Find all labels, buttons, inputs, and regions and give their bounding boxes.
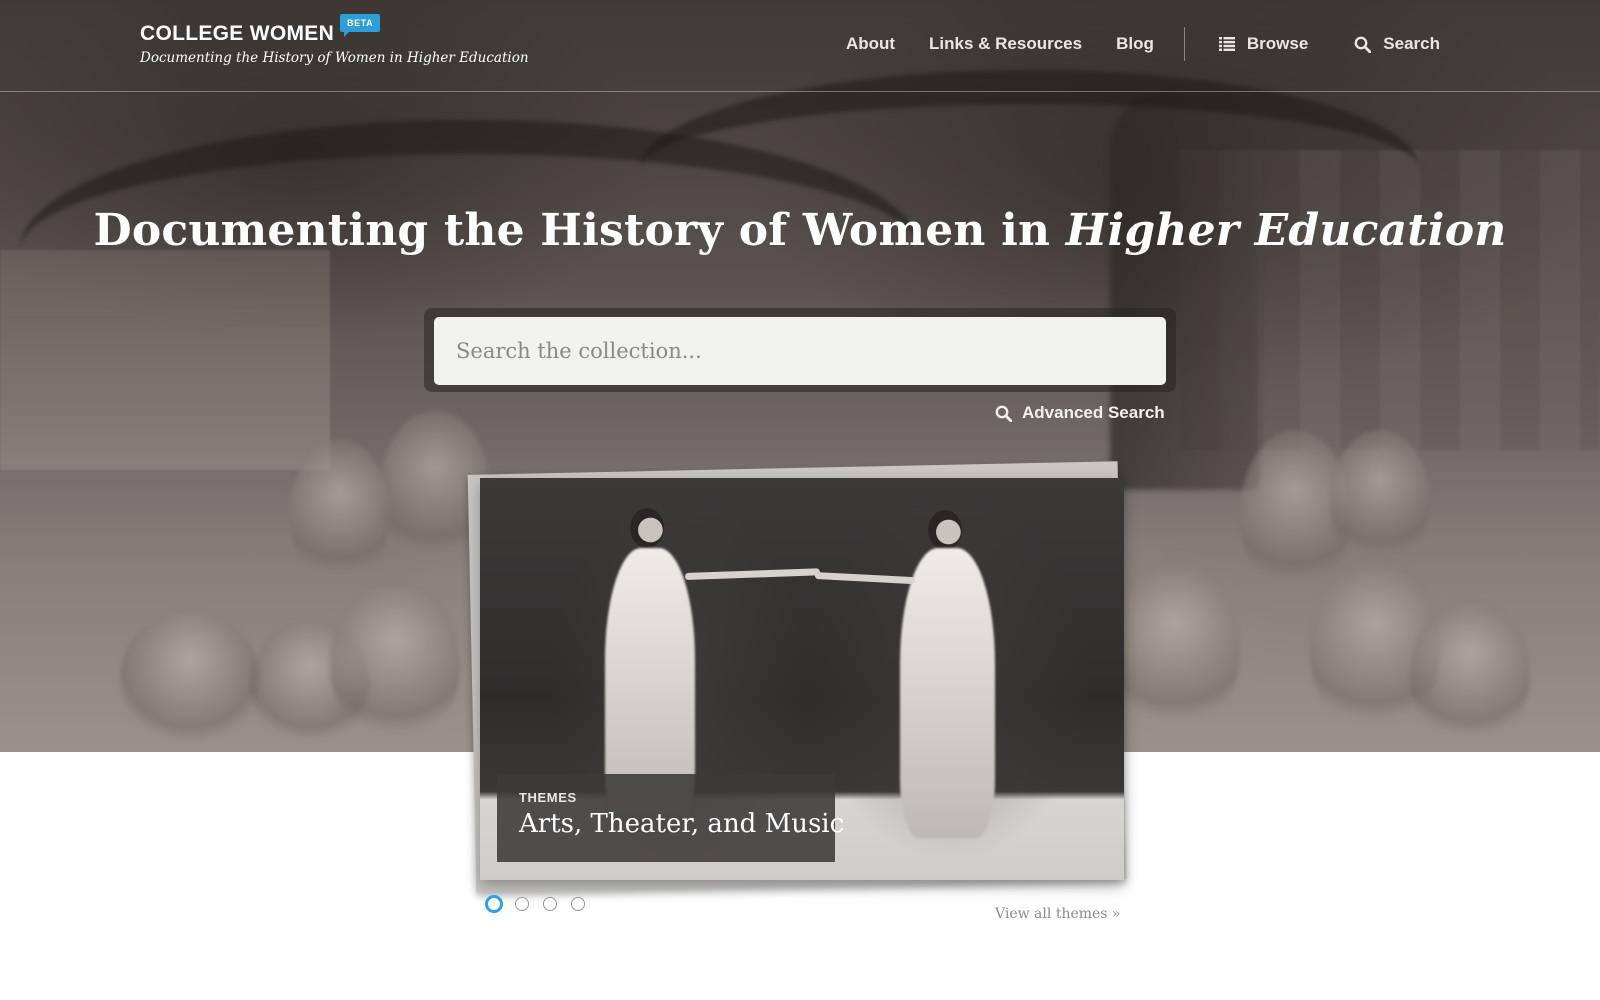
featured-card-kicker: THEMES [519,790,577,805]
search-icon [995,405,1012,422]
hero-title-text: Documenting the History of Women in [93,205,1066,256]
hero-photo-figure [330,580,460,750]
hero-photo-figure [290,440,390,590]
beta-badge: BETA [340,14,381,37]
nav-about-link[interactable]: About [846,34,895,54]
hero-title: Documenting the History of Women in High… [0,205,1600,256]
featured-theme-card[interactable]: THEMES Arts, Theater, and Music [480,478,1124,880]
search-icon [1354,36,1372,53]
collection-search-input[interactable] [434,317,1166,385]
advanced-search-link[interactable]: Advanced Search [995,403,1165,423]
dancer-figure [900,548,995,838]
main-nav: About Links & Resources Blog Browse Sear… [812,0,1440,88]
hero-photo-figure [120,610,260,750]
hero-photo-figure [1110,560,1240,740]
site-title[interactable]: COLLEGE WOMEN [140,22,529,46]
carousel-dot-2[interactable] [515,897,529,911]
featured-card-caption: THEMES Arts, Theater, and Music [497,774,844,862]
carousel-dot-4[interactable] [571,897,585,911]
advanced-search-label: Advanced Search [1022,403,1165,422]
collection-search-bar [424,308,1176,392]
nav-search-button[interactable]: Search [1354,34,1440,54]
site-logo[interactable]: COLLEGE WOMEN BETA Documenting the Histo… [140,14,529,66]
site-tagline: Documenting the History of Women in High… [140,50,529,66]
nav-divider [1183,27,1185,61]
hero-title-emphasis: Higher Education [1065,205,1507,256]
carousel-dot-3[interactable] [543,897,557,911]
view-all-themes-link[interactable]: View all themes » [995,906,1121,922]
nav-search-label: Search [1383,34,1440,53]
hero-photo-figure [1330,430,1430,570]
nav-browse-label: Browse [1246,34,1309,53]
nav-browse-button[interactable]: Browse [1218,34,1309,54]
nav-blog-link[interactable]: Blog [1116,34,1154,54]
carousel-dots [485,895,599,913]
carousel-dot-1[interactable] [485,895,503,913]
list-icon [1218,37,1235,51]
dancer-figure [630,508,664,548]
dancer-figure [928,510,962,550]
nav-links-resources-link[interactable]: Links & Resources [929,34,1082,54]
site-header: COLLEGE WOMEN BETA Documenting the Histo… [0,0,1600,92]
featured-card-title[interactable]: Arts, Theater, and Music [519,809,844,839]
hero-photo-figure [1410,600,1530,750]
